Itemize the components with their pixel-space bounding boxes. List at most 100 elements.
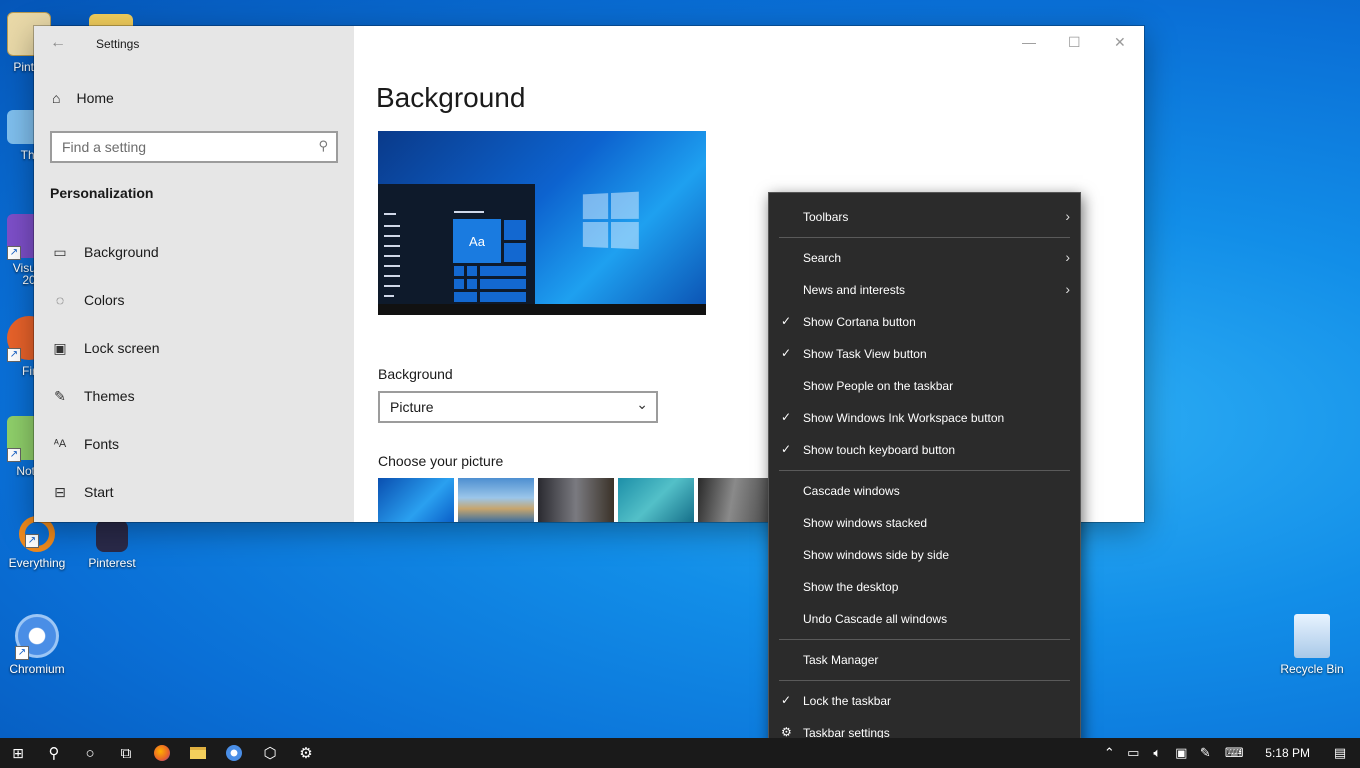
nav-item-fonts[interactable]: ᴬA Fonts	[34, 420, 354, 468]
menu-item-show-ink-workspace[interactable]: ✓ Show Windows Ink Workspace button	[769, 402, 1080, 434]
menu-item-show-windows-side-by-side[interactable]: Show windows side by side	[769, 539, 1080, 571]
window-title: Settings	[96, 37, 140, 51]
menu-item-cascade-windows[interactable]: Cascade windows	[769, 475, 1080, 507]
task-view-icon: ⧉	[120, 744, 132, 762]
nav-item-label: Themes	[84, 388, 135, 404]
desktop-icon-recycle-bin[interactable]: Recycle Bin	[1275, 614, 1349, 676]
nav-item-lock-screen[interactable]: ▣ Lock screen	[34, 324, 354, 372]
picture-thumbnail[interactable]	[538, 478, 614, 522]
start-icon: ⊟	[54, 483, 66, 500]
palette-icon: ◌	[55, 292, 65, 308]
windows-logo-icon	[582, 191, 642, 253]
search-input[interactable]: Find a setting ⚲	[50, 131, 338, 163]
chevron-up-icon[interactable]: ⌃	[1097, 745, 1121, 761]
menu-item-show-people[interactable]: Show People on the taskbar	[769, 370, 1080, 402]
background-dropdown[interactable]: Picture ⌄	[378, 391, 658, 423]
minimize-button[interactable]: —	[1022, 34, 1036, 50]
menu-separator	[779, 639, 1070, 640]
taskbar-firefox[interactable]	[144, 738, 180, 768]
menu-item-show-cortana[interactable]: ✓ Show Cortana button	[769, 306, 1080, 338]
image-icon: ▭	[53, 243, 67, 260]
nav-home-label: Home	[76, 90, 114, 106]
menu-separator	[779, 470, 1070, 471]
search-icon: ⚲	[318, 138, 328, 153]
menu-separator	[779, 680, 1070, 681]
menu-item-show-task-view[interactable]: ✓ Show Task View button	[769, 338, 1080, 370]
preview-tiles: Aa	[453, 219, 529, 303]
recycle-bin-icon	[1294, 614, 1330, 658]
file-explorer-icon	[190, 747, 206, 759]
start-button[interactable]: ⊞	[0, 738, 36, 768]
clock[interactable]: 5:18 PM	[1251, 746, 1320, 760]
choose-picture-label: Choose your picture	[378, 453, 504, 469]
checkmark-icon: ✓	[781, 314, 792, 328]
action-center-icon[interactable]: ▤	[1320, 745, 1360, 761]
pen-icon[interactable]: ✎	[1193, 745, 1217, 761]
picture-thumbnail[interactable]	[458, 478, 534, 522]
background-preview: Aa	[378, 131, 706, 315]
menu-separator	[779, 237, 1070, 238]
chevron-right-icon: ›	[1065, 208, 1070, 224]
nav-item-background[interactable]: ▭ Background	[34, 228, 354, 276]
desktop-icon-everything[interactable]: ↗ Everything	[0, 516, 74, 570]
menu-item-show-touch-keyboard[interactable]: ✓ Show touch keyboard button	[769, 434, 1080, 466]
picture-thumbnails	[378, 478, 774, 522]
menu-item-undo-cascade[interactable]: Undo Cascade all windows	[769, 603, 1080, 635]
background-label: Background	[378, 366, 453, 382]
gear-icon: ⚙	[781, 725, 792, 739]
picture-thumbnail[interactable]	[618, 478, 694, 522]
nav-item-label: Lock screen	[84, 340, 160, 356]
section-heading: Personalization	[50, 185, 154, 201]
chevron-right-icon: ›	[1065, 249, 1070, 265]
taskbar-file-explorer[interactable]	[180, 738, 216, 768]
cortana-button[interactable]: ○	[72, 738, 108, 768]
task-view-button[interactable]: ⧉	[108, 738, 144, 768]
background-dropdown-value: Picture	[390, 399, 434, 415]
menu-item-toolbars[interactable]: Toolbars ›	[769, 201, 1080, 233]
nav-item-themes[interactable]: ✎ Themes	[34, 372, 354, 420]
maximize-button[interactable]: ☐	[1068, 34, 1081, 51]
back-arrow-icon[interactable]: ←	[50, 34, 66, 52]
fonts-icon: ᴬA	[53, 438, 67, 450]
volume-muted-icon[interactable]: 🔈︎	[1145, 745, 1169, 761]
nav-item-label: Fonts	[84, 436, 120, 452]
desktop-icon-pinterest[interactable]: Pinterest	[75, 520, 149, 570]
home-icon: ⌂	[52, 90, 61, 106]
close-button[interactable]: ✕	[1114, 34, 1126, 51]
settings-gear-icon: ⚙	[299, 745, 313, 762]
desktop-icon-chromium[interactable]: ↗ Chromium	[0, 614, 74, 676]
picture-thumbnail[interactable]	[698, 478, 774, 522]
picture-thumbnail[interactable]	[378, 478, 454, 522]
taskbar-chromium[interactable]	[216, 738, 252, 768]
menu-item-show-desktop[interactable]: Show the desktop	[769, 571, 1080, 603]
security-icon[interactable]: ▣	[1169, 745, 1193, 761]
menu-item-search[interactable]: Search ›	[769, 242, 1080, 274]
network-icon[interactable]: ▭	[1121, 745, 1145, 761]
nav-home[interactable]: ⌂ Home	[52, 90, 114, 106]
checkmark-icon: ✓	[781, 346, 792, 360]
nav-item-label: Background	[84, 244, 159, 260]
taskbar-settings[interactable]: ⚙	[288, 738, 324, 768]
keyboard-icon[interactable]: ⌨	[1217, 745, 1251, 761]
taskbar-package[interactable]: ⬡	[252, 738, 288, 768]
taskbar: ⊞ ⚲ ○ ⧉ ⬡ ⚙ ⌃ ▭ 🔈︎ ▣ ✎ ⌨ 5:18 PM ▤	[0, 738, 1360, 768]
taskbar-context-menu: Toolbars › Search › News and interests ›…	[768, 192, 1081, 758]
checkmark-icon: ✓	[781, 442, 792, 456]
chromium-icon: ↗	[15, 614, 59, 660]
page-title: Background	[376, 82, 526, 113]
nav-item-label: Start	[84, 484, 114, 500]
preview-tile-aa: Aa	[453, 219, 501, 263]
menu-item-task-manager[interactable]: Task Manager	[769, 644, 1080, 676]
search-button[interactable]: ⚲	[36, 738, 72, 768]
menu-item-show-windows-stacked[interactable]: Show windows stacked	[769, 507, 1080, 539]
firefox-pinterest-icon	[96, 520, 128, 552]
windows-logo-icon: ⊞	[12, 744, 24, 761]
preview-start-list	[384, 213, 400, 305]
cortana-icon: ○	[85, 744, 95, 762]
menu-item-news-and-interests[interactable]: News and interests ›	[769, 274, 1080, 306]
firefox-icon	[154, 745, 170, 761]
menu-item-lock-taskbar[interactable]: ✓ Lock the taskbar	[769, 685, 1080, 717]
nav-item-start[interactable]: ⊟ Start	[34, 468, 354, 516]
checkmark-icon: ✓	[781, 693, 792, 707]
nav-item-colors[interactable]: ◌ Colors	[34, 276, 354, 324]
